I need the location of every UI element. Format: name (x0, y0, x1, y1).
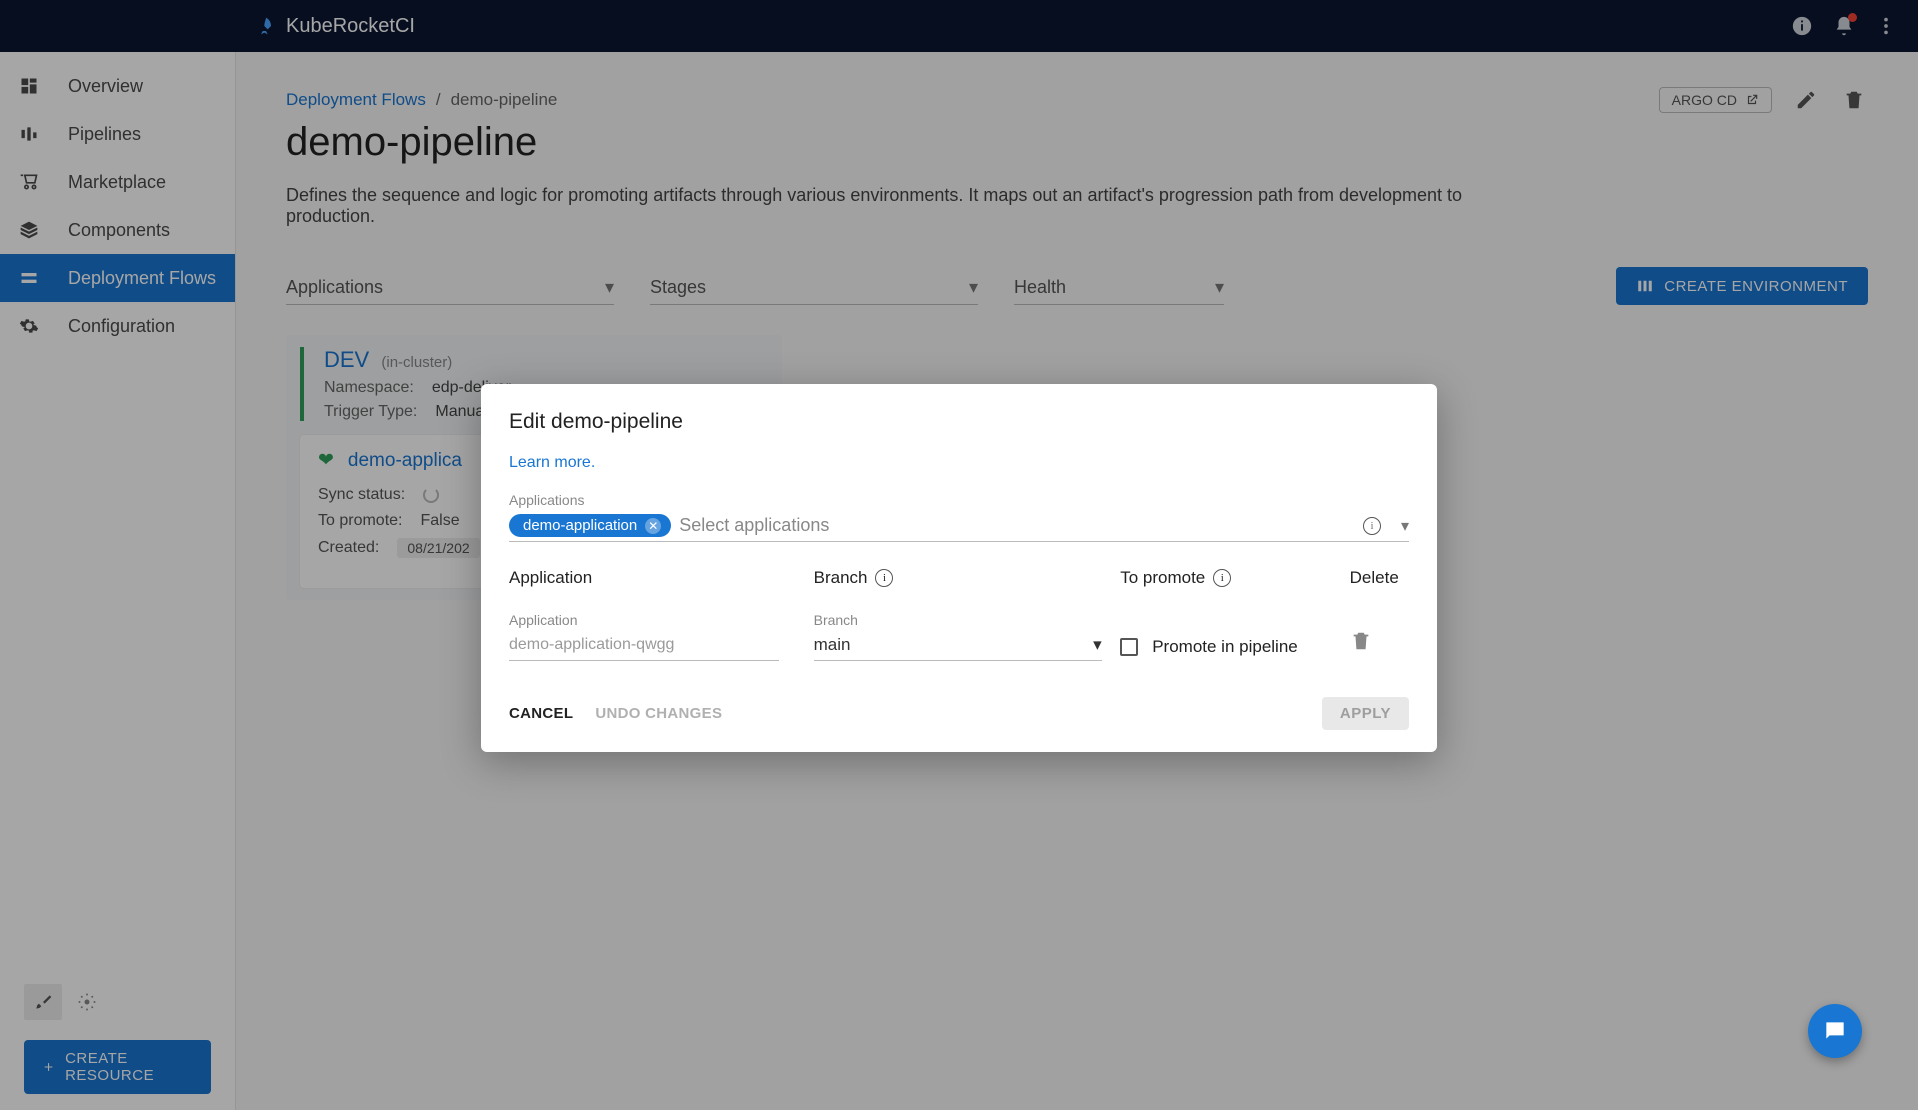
apply-button: APPLY (1322, 697, 1409, 730)
row-branch-label: Branch (814, 612, 1121, 628)
edit-pipeline-modal: Edit demo-pipeline Learn more. Applicati… (481, 384, 1437, 752)
application-row: Application Branch main ▾ Promote in pip… (509, 598, 1409, 661)
undo-changes-button: UNDO CHANGES (595, 705, 722, 722)
applications-placeholder: Select applications (679, 515, 1409, 536)
header-application: Application (509, 568, 814, 588)
cancel-button[interactable]: CANCEL (509, 705, 573, 722)
delete-row-button[interactable] (1350, 630, 1372, 657)
branch-value: main (814, 635, 851, 655)
header-to-promote: To promote (1120, 568, 1205, 588)
chip-remove-icon[interactable]: ✕ (645, 518, 661, 534)
applications-select[interactable]: demo-application ✕ Select applications i… (509, 510, 1409, 542)
chip-label: demo-application (523, 517, 637, 534)
row-app-label: Application (509, 612, 814, 628)
branch-select[interactable]: main ▾ (814, 630, 1102, 661)
application-name-input (509, 630, 779, 661)
chevron-down-icon[interactable]: ▾ (1401, 516, 1409, 536)
info-icon[interactable]: i (1213, 569, 1231, 587)
header-branch: Branch (814, 568, 868, 588)
header-delete: Delete (1350, 568, 1409, 588)
chat-fab[interactable] (1808, 1004, 1862, 1058)
chat-icon (1822, 1018, 1848, 1044)
info-icon[interactable]: i (1363, 517, 1381, 535)
grid-header: Application Branchi To promotei Delete (509, 568, 1409, 588)
applications-field-label: Applications (509, 492, 1409, 508)
chevron-down-icon: ▾ (1093, 635, 1102, 655)
application-chip: demo-application ✕ (509, 514, 671, 537)
modal-title: Edit demo-pipeline (509, 410, 1409, 434)
info-icon[interactable]: i (875, 569, 893, 587)
modal-actions: CANCEL UNDO CHANGES APPLY (509, 697, 1409, 730)
promote-label: Promote in pipeline (1152, 637, 1298, 657)
promote-checkbox[interactable] (1120, 638, 1138, 656)
learn-more-link[interactable]: Learn more. (509, 454, 595, 471)
